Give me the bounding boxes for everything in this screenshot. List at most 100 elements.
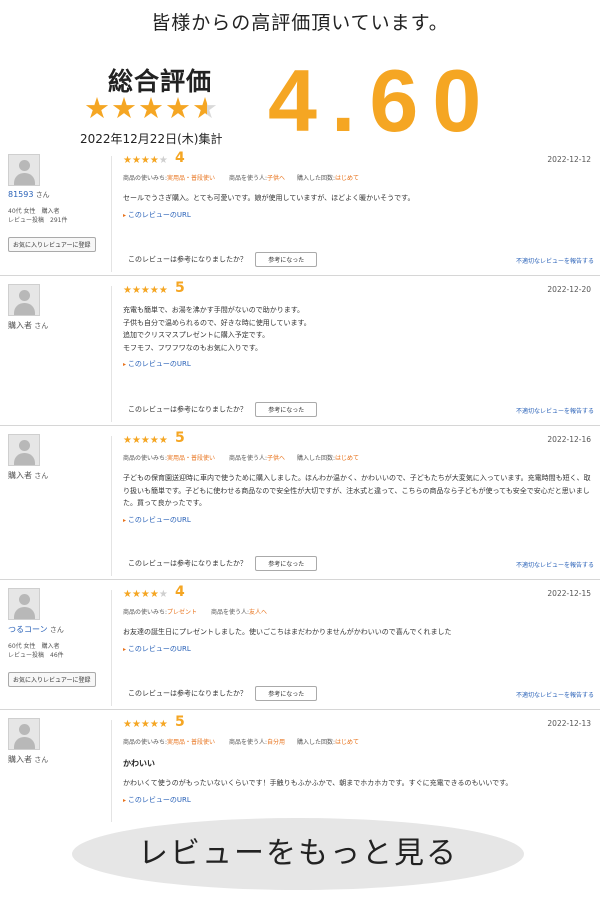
reviewer-post-count: レビュー投稿 291件 [8, 217, 68, 224]
reviewer-name[interactable]: 81593 [8, 190, 33, 199]
report-review-link[interactable]: 不適切なレビューを報告する [516, 406, 594, 415]
rating-summary: 総合評価 ★★★★★ 2022年12月22日(木)集計 4.60 [0, 51, 600, 150]
review-item: 購入者 さん ★★★★★ 5 2022-12-20 充電も簡単で、お湯を沸かす手… [0, 280, 600, 426]
empty-star-icon: ★ [158, 155, 168, 166]
review-tags: 商品の使いみち:プレゼント 商品を使う人:友人へ [123, 607, 593, 616]
reviewer-panel: 購入者 さん [8, 284, 112, 331]
tag-usage-value: 実用品・普段使い [167, 175, 216, 182]
reviewer-name-line: つるコーン さん [8, 624, 112, 635]
user-avatar-icon[interactable] [8, 154, 40, 186]
review-content: ★★★★★ 5 2022-12-20 充電も簡単で、お湯を沸かす手間がないので助… [123, 280, 593, 369]
favorite-reviewer-button[interactable]: お気に入りレビュアーに登録 [8, 237, 96, 252]
tag-user-label: 商品を使う人: [210, 609, 249, 616]
review-header: ★★★★★ 4 2022-12-12 [123, 150, 593, 168]
review-tags: 商品の使いみち:実用品・普段使い 商品を使う人:子供へ 購入した回数:はじめて [123, 173, 593, 182]
star-icon: ★★★★ [84, 91, 192, 125]
review-url-link[interactable]: このレビューのURL [123, 644, 593, 654]
more-reviews-button[interactable]: レビューをもっと見る [72, 818, 524, 890]
tag-user-label: 商品を使う人: [228, 175, 267, 182]
helpful-button[interactable]: 参考になった [255, 252, 318, 267]
review-body: お友達の誕生日にプレゼントしました。使いごこちはまだわかりませんがかわいいので喜… [123, 628, 452, 636]
review-header: ★★★★★ 5 2022-12-20 [123, 280, 593, 298]
reviewer-suffix: さん [35, 191, 50, 199]
reviewer-name-line: 81593 さん [8, 190, 112, 200]
reviewer-panel: つるコーン さん 60代 女性 購入者 レビュー投稿 46件 お気に入りレビュア… [8, 588, 112, 687]
review-url-link[interactable]: このレビューのURL [123, 795, 593, 805]
report-review-link[interactable]: 不適切なレビューを報告する [516, 560, 594, 569]
review-content: ★★★★★ 4 2022-12-12 商品の使いみち:実用品・普段使い 商品を使… [123, 150, 593, 220]
tag-usage-value: 実用品・普段使い [167, 739, 216, 746]
reviewer-suffix: さん [49, 626, 64, 634]
tag-usage-label: 商品の使いみち: [123, 609, 168, 616]
reviewer-name-line: 購入者 さん [8, 320, 112, 331]
reviewer-panel: 購入者 さん [8, 434, 112, 481]
review-header: ★★★★★ 4 2022-12-15 [123, 584, 593, 602]
helpful-prompt: このレビューは参考になりましたか？ 参考になった [128, 556, 318, 571]
review-header: ★★★★★ 5 2022-12-16 [123, 430, 593, 448]
star-icon: ★★★★ [123, 155, 159, 166]
user-avatar-icon[interactable] [8, 588, 40, 620]
reviewer-name-line: 購入者 さん [8, 754, 112, 765]
reviewer-post-count: レビュー投稿 46件 [8, 652, 64, 659]
review-header: ★★★★★ 5 2022-12-13 [123, 714, 593, 732]
reviewer-name[interactable]: つるコーン [8, 625, 48, 634]
page-headline: 皆様からの高評価頂いています。 [151, 12, 449, 34]
star-icon: ★★★★ [123, 589, 159, 600]
review-score: 5 [175, 280, 185, 296]
user-avatar-icon[interactable] [8, 284, 40, 316]
review-url-link[interactable]: このレビューのURL [123, 359, 593, 369]
helpful-question: このレビューは参考になりましたか？ [128, 689, 247, 698]
review-star-rating: ★★★★★ [123, 435, 168, 446]
review-score: 5 [175, 430, 185, 446]
divider [111, 436, 112, 576]
review-date: 2022-12-12 [547, 155, 591, 164]
helpful-prompt: このレビューは参考になりましたか？ 参考になった [128, 252, 318, 267]
tag-usage-label: 商品の使いみち: [123, 175, 168, 182]
helpful-question: このレビューは参考になりましたか？ [128, 255, 247, 264]
review-star-rating: ★★★★★ [123, 285, 168, 296]
review-score: 4 [175, 584, 185, 600]
helpful-button[interactable]: 参考になった [255, 686, 318, 701]
review-item: 購入者 さん ★★★★★ 5 2022-12-13 商品の使いみち:実用品・普段… [0, 714, 600, 826]
review-url-link[interactable]: このレビューのURL [123, 515, 593, 525]
helpful-question: このレビューは参考になりましたか？ [128, 559, 247, 568]
review-item: つるコーン さん 60代 女性 購入者 レビュー投稿 46件 お気に入りレビュア… [0, 584, 600, 710]
tag-user-value: 子供へ [267, 175, 286, 182]
review-body: かわいくて使うのがもったいないくらいです！手触りもふかふかで、朝までホカホカです… [123, 779, 513, 787]
overall-star-rating: ★★★★★ [84, 91, 219, 125]
review-url-link[interactable]: このレビューのURL [123, 210, 593, 220]
tag-user-value: 子供へ [267, 455, 286, 462]
review-body: 子どもの保育園送迎時に車内で使うために購入しました。ほんわか温かく、かわいいので… [123, 474, 591, 507]
review-tags: 商品の使いみち:実用品・普段使い 商品を使う人:子供へ 購入した回数:はじめて [123, 453, 593, 462]
reviewer-demographic: 40代 女性 購入者 [8, 208, 60, 215]
review-item: 購入者 さん ★★★★★ 5 2022-12-16 商品の使いみち:実用品・普段… [0, 430, 600, 580]
tag-count-label: 購入した回数: [297, 175, 336, 182]
review-date: 2022-12-20 [547, 285, 591, 294]
empty-star-icon: ★ [158, 589, 168, 600]
reviewer-panel: 購入者 さん [8, 718, 112, 765]
review-content: ★★★★★ 5 2022-12-13 商品の使いみち:実用品・普段使い 商品を使… [123, 714, 593, 805]
tag-count-label: 購入した回数: [297, 455, 336, 462]
report-review-link[interactable]: 不適切なレビューを報告する [516, 690, 594, 699]
review-date: 2022-12-15 [547, 589, 591, 598]
tag-user-value: 自分用 [267, 739, 286, 746]
user-avatar-icon[interactable] [8, 434, 40, 466]
helpful-button[interactable]: 参考になった [255, 402, 318, 417]
reviewer-demographic: 60代 女性 購入者 [8, 643, 60, 650]
tag-user-label: 商品を使う人: [228, 455, 267, 462]
tally-date: 2022年12月22日(木)集計 [80, 132, 223, 146]
user-avatar-icon[interactable] [8, 718, 40, 750]
helpful-prompt: このレビューは参考になりましたか？ 参考になった [128, 686, 318, 701]
helpful-button[interactable]: 参考になった [255, 556, 318, 571]
divider [111, 720, 112, 822]
review-tags: 商品の使いみち:実用品・普段使い 商品を使う人:自分用 購入した回数:はじめて [123, 737, 593, 746]
reviewer-suffix: さん [34, 322, 49, 330]
half-star-icon: ★ [192, 91, 219, 125]
reviewer-name-line: 購入者 さん [8, 470, 112, 481]
tag-usage-label: 商品の使いみち: [123, 739, 168, 746]
helpful-question: このレビューは参考になりましたか？ [128, 405, 247, 414]
star-icon: ★★★★★ [123, 435, 168, 446]
report-review-link[interactable]: 不適切なレビューを報告する [516, 256, 594, 265]
favorite-reviewer-button[interactable]: お気に入りレビュアーに登録 [8, 672, 96, 687]
reviewer-suffix: さん [34, 472, 49, 480]
